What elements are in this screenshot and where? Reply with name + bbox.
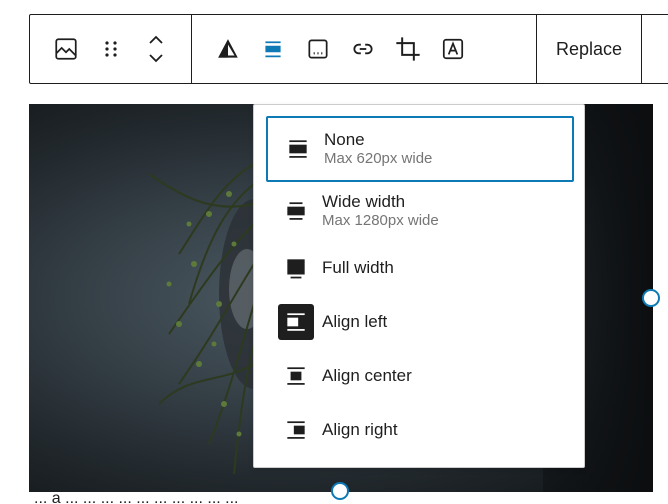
align-none-icon (280, 131, 316, 167)
link-icon (353, 43, 373, 55)
chevron-up-icon (149, 35, 163, 44)
menu-item-label: None (324, 130, 365, 149)
menu-item-description: Max 1280px wide (322, 212, 439, 229)
move-up-down-control[interactable] (140, 29, 172, 69)
align-icon (265, 41, 281, 58)
duotone-button[interactable] (212, 29, 244, 69)
image-block-button[interactable] (50, 29, 82, 69)
resize-handle-right[interactable] (642, 289, 660, 307)
align-wide-icon (278, 193, 314, 229)
toolbar-group-block (30, 15, 192, 83)
image-caption[interactable]: ... a ... ... ... ... ... ... ... ... ..… (34, 490, 654, 504)
menu-item-label: Align right (322, 420, 398, 439)
block-toolbar: Replace (29, 14, 668, 84)
menu-item-label: Wide width (322, 192, 406, 211)
replace-button[interactable]: Replace (556, 39, 622, 60)
align-option-none[interactable]: None Max 620px wide (266, 116, 574, 182)
align-option-left[interactable]: Align left (266, 299, 574, 345)
crop-button[interactable] (392, 29, 424, 69)
drag-handle-button[interactable] (95, 29, 127, 69)
link-button[interactable] (347, 29, 379, 69)
align-left-icon (278, 304, 314, 340)
chevron-down-icon (149, 54, 163, 63)
menu-item-description: Max 620px wide (324, 150, 433, 167)
align-full-icon (278, 250, 314, 286)
crop-icon (396, 37, 420, 61)
align-center-icon (278, 358, 314, 394)
align-option-wide[interactable]: Wide width Max 1280px wide (266, 185, 574, 237)
align-option-center[interactable]: Align center (266, 353, 574, 399)
drag-handle-icon (105, 41, 117, 57)
text-overlay-button[interactable] (437, 29, 469, 69)
menu-item-label: Align left (322, 312, 388, 331)
menu-item-label: Align center (322, 366, 412, 385)
toolbar-group-tools (192, 15, 537, 83)
align-button[interactable] (257, 29, 289, 69)
duotone-filter-icon (218, 39, 238, 58)
toolbar-group-replace: Replace (537, 15, 642, 83)
text-overlay-icon (442, 38, 464, 60)
align-option-right[interactable]: Align right (266, 407, 574, 453)
align-right-icon (278, 412, 314, 448)
align-option-full[interactable]: Full width (266, 245, 574, 291)
align-dropdown-menu: None Max 620px wide Wide width Max 1280p… (253, 104, 585, 468)
menu-item-label: Full width (322, 258, 394, 277)
caption-icon (308, 39, 328, 59)
image-icon (55, 38, 77, 60)
caption-button[interactable] (302, 29, 334, 69)
